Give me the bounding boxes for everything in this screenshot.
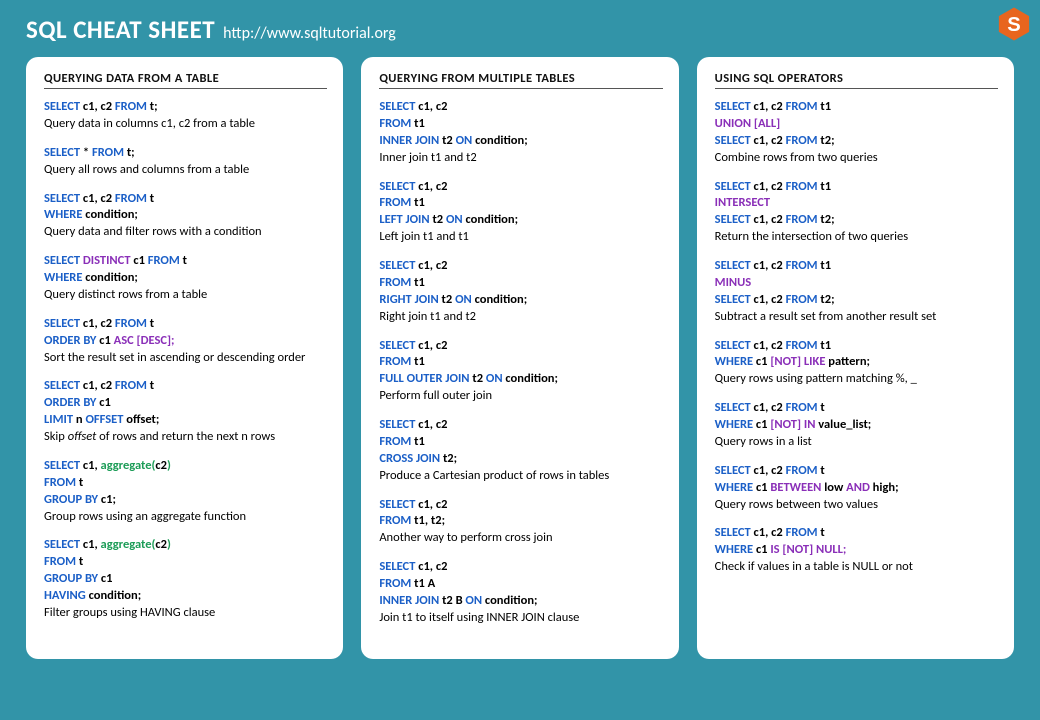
columns-container: QUERYING DATA FROM A TABLE SELECT c1, c2… — [26, 57, 1014, 659]
sql-code: SELECT c1, c2 FROM tWHERE c1 BETWEEN low… — [715, 463, 998, 497]
sql-description: Return the intersection of two queries — [715, 229, 998, 246]
sql-block: SELECT * FROM t;Query all rows and colum… — [44, 145, 327, 179]
sql-code: SELECT c1, c2 FROM t1UNION [ALL]SELECT c… — [715, 99, 998, 150]
sql-block: SELECT c1, c2 FROM tWHERE c1 BETWEEN low… — [715, 463, 998, 514]
sql-code: SELECT c1, c2 FROM t1INTERSECTSELECT c1,… — [715, 179, 998, 230]
sql-code: SELECT DISTINCT c1 FROM tWHERE condition… — [44, 253, 327, 287]
sql-block: SELECT c1, c2FROM t1 AINNER JOIN t2 B ON… — [379, 559, 662, 627]
sql-description: Inner join t1 and t2 — [379, 150, 662, 167]
sql-code: SELECT c1, c2 FROM t1WHERE c1 [NOT] LIKE… — [715, 338, 998, 372]
sql-description: Check if values in a table is NULL or no… — [715, 559, 998, 576]
column-title: USING SQL OPERATORS — [715, 71, 998, 89]
sql-code: SELECT c1, c2FROM t1, t2; — [379, 497, 662, 531]
column-title: QUERYING DATA FROM A TABLE — [44, 71, 327, 89]
sql-description: Query rows using pattern matching %, _ — [715, 371, 998, 388]
sql-block: SELECT c1, c2 FROM t;Query data in colum… — [44, 99, 327, 133]
sql-description: Group rows using an aggregate function — [44, 509, 327, 526]
column-3: USING SQL OPERATORS SELECT c1, c2 FROM t… — [697, 57, 1014, 659]
page-header: SQL CHEAT SHEET http://www.sqltutorial.o… — [26, 14, 1014, 45]
column-body: SELECT c1, c2 FROM t;Query data in colum… — [44, 99, 327, 622]
sql-block: SELECT c1, aggregate(c2)FROM tGROUP BY c… — [44, 537, 327, 621]
sql-description: Query rows between two values — [715, 497, 998, 514]
column-title: QUERYING FROM MULTIPLE TABLES — [379, 71, 662, 89]
sql-code: SELECT c1, c2 FROM t1MINUSSELECT c1, c2 … — [715, 258, 998, 309]
sql-description: Right join t1 and t2 — [379, 309, 662, 326]
site-logo-icon: S — [996, 6, 1032, 42]
column-2: QUERYING FROM MULTIPLE TABLES SELECT c1,… — [361, 57, 678, 659]
column-1: QUERYING DATA FROM A TABLE SELECT c1, c2… — [26, 57, 343, 659]
sql-block: SELECT c1, c2 FROM t1MINUSSELECT c1, c2 … — [715, 258, 998, 326]
sql-block: SELECT c1, c2 FROM tWHERE c1 [NOT] IN va… — [715, 400, 998, 451]
sql-block: SELECT c1, c2 FROM t1WHERE c1 [NOT] LIKE… — [715, 338, 998, 389]
sql-code: SELECT c1, aggregate(c2)FROM tGROUP BY c… — [44, 458, 327, 509]
sql-description: Join t1 to itself using INNER JOIN claus… — [379, 610, 662, 627]
sql-description: Combine rows from two queries — [715, 150, 998, 167]
sql-code: SELECT * FROM t; — [44, 145, 327, 162]
sql-code: SELECT c1, c2FROM t1RIGHT JOIN t2 ON con… — [379, 258, 662, 309]
sql-block: SELECT c1, c2 FROM t1UNION [ALL]SELECT c… — [715, 99, 998, 167]
sql-description: Filter groups using HAVING clause — [44, 605, 327, 622]
sql-block: SELECT c1, c2FROM t1, t2;Another way to … — [379, 497, 662, 548]
sql-description: Skip offset of rows and return the next … — [44, 429, 327, 446]
sql-description: Query all rows and columns from a table — [44, 162, 327, 179]
sql-description: Sort the result set in ascending or desc… — [44, 350, 327, 367]
sql-description: Subtract a result set from another resul… — [715, 309, 998, 326]
sql-description: Query rows in a list — [715, 434, 998, 451]
sql-description: Another way to perform cross join — [379, 530, 662, 547]
sql-block: SELECT c1, c2 FROM tORDER BY c1LIMIT n O… — [44, 378, 327, 446]
sql-block: SELECT c1, c2FROM t1FULL OUTER JOIN t2 O… — [379, 338, 662, 406]
page-url: http://www.sqltutorial.org — [223, 24, 396, 43]
sql-code: SELECT c1, c2FROM t1 AINNER JOIN t2 B ON… — [379, 559, 662, 610]
sql-code: SELECT c1, c2FROM t1FULL OUTER JOIN t2 O… — [379, 338, 662, 389]
sql-code: SELECT c1, c2 FROM tORDER BY c1LIMIT n O… — [44, 378, 327, 429]
sql-code: SELECT c1, c2FROM t1INNER JOIN t2 ON con… — [379, 99, 662, 150]
sql-block: SELECT c1, c2 FROM tORDER BY c1 ASC [DES… — [44, 316, 327, 367]
sql-block: SELECT c1, c2FROM t1RIGHT JOIN t2 ON con… — [379, 258, 662, 326]
sql-block: SELECT c1, c2 FROM tWHERE condition;Quer… — [44, 191, 327, 242]
sql-code: SELECT c1, c2 FROM tWHERE c1 [NOT] IN va… — [715, 400, 998, 434]
sql-code: SELECT c1, c2 FROM tORDER BY c1 ASC [DES… — [44, 316, 327, 350]
sql-block: SELECT c1, c2 FROM tWHERE c1 IS [NOT] NU… — [715, 525, 998, 576]
svg-text:S: S — [1007, 14, 1020, 36]
sql-description: Query data in columns c1, c2 from a tabl… — [44, 116, 327, 133]
sql-code: SELECT c1, c2 FROM t; — [44, 99, 327, 116]
sql-block: SELECT c1, aggregate(c2)FROM tGROUP BY c… — [44, 458, 327, 526]
sql-code: SELECT c1, c2 FROM tWHERE condition; — [44, 191, 327, 225]
sql-block: SELECT c1, c2FROM t1INNER JOIN t2 ON con… — [379, 99, 662, 167]
sql-description: Query data and filter rows with a condit… — [44, 224, 327, 241]
sql-description: Produce a Cartesian product of rows in t… — [379, 468, 662, 485]
sql-code: SELECT c1, c2FROM t1CROSS JOIN t2; — [379, 417, 662, 468]
column-body: SELECT c1, c2FROM t1INNER JOIN t2 ON con… — [379, 99, 662, 627]
sql-block: SELECT c1, c2FROM t1LEFT JOIN t2 ON cond… — [379, 179, 662, 247]
sql-block: SELECT c1, c2 FROM t1INTERSECTSELECT c1,… — [715, 179, 998, 247]
column-body: SELECT c1, c2 FROM t1UNION [ALL]SELECT c… — [715, 99, 998, 576]
sql-block: SELECT c1, c2FROM t1CROSS JOIN t2;Produc… — [379, 417, 662, 485]
sql-block: SELECT DISTINCT c1 FROM tWHERE condition… — [44, 253, 327, 304]
sql-code: SELECT c1, aggregate(c2)FROM tGROUP BY c… — [44, 537, 327, 605]
sql-code: SELECT c1, c2 FROM tWHERE c1 IS [NOT] NU… — [715, 525, 998, 559]
sql-description: Perform full outer join — [379, 388, 662, 405]
sql-description: Left join t1 and t1 — [379, 229, 662, 246]
sql-description: Query distinct rows from a table — [44, 287, 327, 304]
sql-code: SELECT c1, c2FROM t1LEFT JOIN t2 ON cond… — [379, 179, 662, 230]
page-title: SQL CHEAT SHEET — [26, 14, 215, 45]
